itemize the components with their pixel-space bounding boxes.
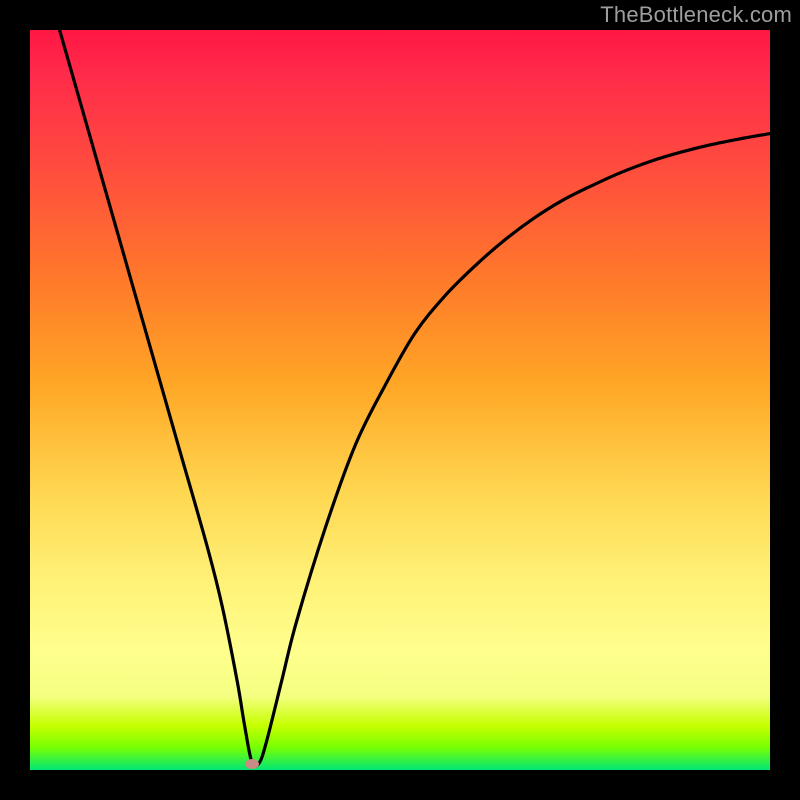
plot-area — [30, 30, 770, 770]
bottleneck-curve — [60, 30, 770, 766]
curve-svg — [30, 30, 770, 770]
optimum-marker — [245, 759, 259, 769]
chart-frame: TheBottleneck.com — [0, 0, 800, 800]
watermark-text: TheBottleneck.com — [600, 2, 792, 28]
